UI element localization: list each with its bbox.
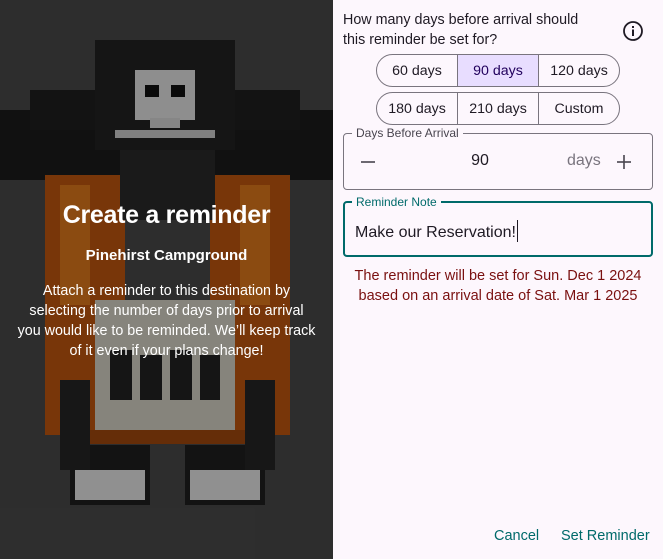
reminder-summary: The reminder will be set for Sun. Dec 1 … bbox=[343, 266, 653, 306]
option-180-days[interactable]: 180 days bbox=[377, 93, 458, 124]
hero-description: Attach a reminder to this destination by… bbox=[17, 283, 316, 359]
plus-icon[interactable] bbox=[616, 154, 632, 170]
days-option-group-2: 180 days 210 days Custom bbox=[376, 92, 620, 125]
reminder-note-text: Make our Reservation! bbox=[355, 224, 516, 241]
summary-reminder-date: The reminder will be set for Sun. Dec 1 … bbox=[354, 268, 642, 284]
days-field-label: Days Before Arrival bbox=[352, 126, 463, 140]
note-field-label: Reminder Note bbox=[352, 195, 441, 209]
option-custom[interactable]: Custom bbox=[539, 93, 619, 124]
days-option-group-1: 60 days 90 days 120 days bbox=[376, 54, 620, 87]
hero-title: Create a reminder bbox=[62, 201, 271, 229]
option-210-days[interactable]: 210 days bbox=[458, 93, 539, 124]
option-60-days[interactable]: 60 days bbox=[377, 55, 458, 86]
summary-arrival-date: based on an arrival date of Sat. Mar 1 2… bbox=[358, 288, 638, 304]
option-120-days[interactable]: 120 days bbox=[539, 55, 619, 86]
hero-panel: Create a reminder Pinehirst Campground A… bbox=[0, 0, 333, 559]
days-before-arrival-field[interactable]: Days Before Arrival 90 days bbox=[343, 126, 653, 190]
days-value[interactable]: 90 bbox=[444, 152, 516, 170]
option-90-days[interactable]: 90 days bbox=[458, 55, 539, 86]
minus-icon[interactable] bbox=[360, 154, 376, 170]
reminder-note-field[interactable]: Reminder Note Make our Reservation! bbox=[343, 195, 653, 257]
destination-name: Pinehirst Campground bbox=[85, 247, 248, 264]
cancel-button[interactable]: Cancel bbox=[494, 528, 539, 544]
days-suffix: days bbox=[567, 152, 601, 169]
set-reminder-button[interactable]: Set Reminder bbox=[561, 528, 650, 544]
reminder-note-input[interactable]: Make our Reservation! bbox=[355, 220, 519, 242]
info-icon[interactable] bbox=[621, 19, 645, 43]
hero-text-block: Create a reminder Pinehirst Campground A… bbox=[0, 200, 333, 361]
reminder-dialog: How many days before arrival should this… bbox=[333, 0, 663, 559]
days-question: How many days before arrival should this… bbox=[343, 12, 579, 48]
text-caret bbox=[516, 220, 519, 242]
